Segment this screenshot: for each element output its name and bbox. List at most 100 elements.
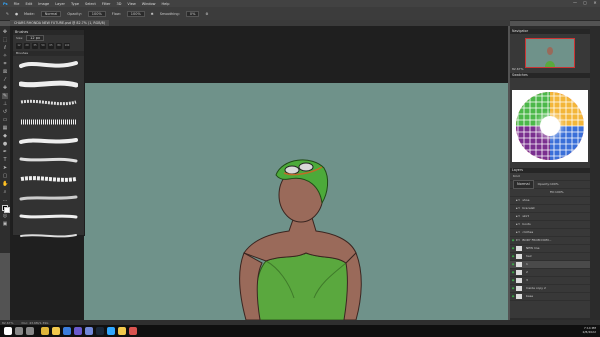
brush-stroke-preview[interactable] — [19, 191, 78, 205]
lasso-tool-icon[interactable]: ℓ — [2, 45, 8, 51]
steam-icon[interactable] — [96, 327, 104, 335]
chrome-icon[interactable] — [41, 327, 49, 335]
navigator-zoom[interactable]: 82.67% — [512, 67, 523, 71]
brush-folder[interactable]: Brushes — [13, 51, 84, 56]
swatches-title[interactable]: Swatches — [510, 73, 590, 78]
artboard[interactable] — [84, 83, 508, 320]
navigator-thumbnail[interactable] — [525, 38, 575, 68]
layer-row[interactable]: ◉ 2 — [510, 269, 590, 277]
mode-select[interactable]: Normal — [40, 10, 62, 17]
eyedropper-tool-icon[interactable]: ⁄ — [2, 77, 8, 83]
brush-tool-icon[interactable]: ✎ — [2, 93, 8, 99]
preset-size[interactable]: 65 — [48, 43, 54, 49]
flow-field[interactable]: 100% — [126, 10, 145, 17]
layer-row[interactable]: ◉ 3 — [510, 277, 590, 285]
brush-stroke-preview[interactable] — [19, 58, 78, 72]
layer-row-folder[interactable]: ▸▭ clothes — [510, 229, 590, 237]
opacity-field[interactable]: 100% — [87, 10, 106, 17]
system-clock[interactable]: 7:14 PM 2/8/2022 — [583, 326, 596, 334]
brush-stroke-preview[interactable] — [19, 210, 78, 224]
quick-select-tool-icon[interactable]: ✧ — [2, 53, 8, 59]
menu-type[interactable]: Type — [68, 2, 82, 6]
more-tools-icon[interactable]: … — [2, 197, 8, 203]
discord-icon[interactable] — [85, 327, 93, 335]
crop-tool-icon[interactable]: ⌗ — [2, 61, 8, 67]
move-tool-icon[interactable]: ✥ — [2, 29, 8, 35]
menu-3d[interactable]: 3D — [114, 2, 125, 6]
brush-stroke-preview[interactable] — [18, 77, 79, 91]
layer-row-folder[interactable]: ▸▭ boots — [510, 221, 590, 229]
dodge-tool-icon[interactable]: ● — [2, 141, 8, 147]
maximize-icon[interactable]: ▢ — [580, 0, 590, 7]
photoshop-icon[interactable] — [107, 327, 115, 335]
opacity-value[interactable]: 100% — [550, 181, 559, 188]
quick-mask-icon[interactable]: ◎ — [2, 213, 8, 219]
preset-size[interactable]: 80 — [56, 43, 62, 49]
media-icon[interactable] — [129, 327, 137, 335]
brush-size-field[interactable]: 12 px — [26, 35, 45, 41]
preset-size[interactable]: 20 — [24, 43, 30, 49]
brush-stroke-preview[interactable] — [19, 96, 78, 110]
preset-size[interactable]: 35 — [32, 43, 38, 49]
layer-row-folder[interactable]: ◉ ▾▭ BODY FROM DOM... — [510, 237, 590, 245]
frame-tool-icon[interactable]: ⊠ — [2, 69, 8, 75]
preset-size[interactable]: 100 — [64, 43, 70, 49]
brush-stroke-preview[interactable] — [19, 134, 78, 148]
layer-row-folder[interactable]: ▸▭ skirt — [510, 213, 590, 221]
blur-tool-icon[interactable]: ◆ — [2, 133, 8, 139]
brush-stroke-preview[interactable] — [19, 115, 78, 129]
gradient-tool-icon[interactable]: ▦ — [2, 125, 8, 131]
kind-filter[interactable]: Kind — [513, 173, 520, 180]
type-tool-icon[interactable]: T — [2, 157, 8, 163]
menu-image[interactable]: Image — [35, 2, 52, 6]
blend-mode-select[interactable]: Normal — [513, 180, 534, 189]
minimize-icon[interactable]: — — [570, 0, 580, 7]
pen-tool-icon[interactable]: ✒ — [2, 149, 8, 155]
navigator-title[interactable]: Navigator — [510, 29, 590, 34]
screen-mode-icon[interactable]: ▣ — [2, 221, 8, 227]
preset-size[interactable]: 50 — [40, 43, 46, 49]
preset-size[interactable]: 12 — [16, 43, 22, 49]
marquee-tool-icon[interactable]: ⬚ — [2, 37, 8, 43]
smoothing-field[interactable]: 0% — [185, 10, 200, 17]
history-brush-icon[interactable]: ↺ — [2, 109, 8, 115]
eraser-tool-icon[interactable]: ▭ — [2, 117, 8, 123]
layer-row-folder[interactable]: ▸▭ bracelet — [510, 205, 590, 213]
menu-select[interactable]: Select — [82, 2, 99, 6]
ps-logo[interactable]: Ps — [0, 2, 11, 6]
fill-value[interactable]: 100% — [555, 189, 564, 196]
color-swatches-icon[interactable] — [2, 205, 10, 213]
windows-icon[interactable] — [4, 327, 12, 335]
store-icon[interactable] — [74, 327, 82, 335]
color-wheel-grid[interactable] — [512, 90, 588, 162]
layer-row[interactable]: ◉ Inside copy 2 — [510, 285, 590, 293]
path-select-tool-icon[interactable]: ➤ — [2, 165, 8, 171]
folder-icon[interactable] — [118, 327, 126, 335]
brush-stroke-preview[interactable] — [19, 229, 78, 243]
zoom-tool-icon[interactable]: ⌕ — [2, 189, 8, 195]
settings-gear-icon[interactable]: ⚙ — [205, 12, 208, 16]
menu-filter[interactable]: Filter — [99, 2, 114, 6]
task-view-icon[interactable] — [26, 327, 34, 335]
layer-row-selected[interactable]: ◉ 1 — [510, 261, 590, 269]
layer-row[interactable]: ◉ hair — [510, 253, 590, 261]
healing-tool-icon[interactable]: ✚ — [2, 85, 8, 91]
stamp-tool-icon[interactable]: ⊥ — [2, 101, 8, 107]
brush-tool-icon[interactable]: ✎ — [6, 12, 9, 16]
shape-tool-icon[interactable]: ▢ — [2, 173, 8, 179]
hand-tool-icon[interactable]: ✋ — [2, 181, 8, 187]
brush-stroke-preview[interactable] — [19, 153, 78, 167]
menu-window[interactable]: Window — [139, 2, 159, 6]
color-swatch-wheel[interactable] — [512, 90, 588, 162]
menu-view[interactable]: View — [124, 2, 138, 6]
close-icon[interactable]: ✕ — [590, 0, 600, 7]
menu-edit[interactable]: Edit — [22, 2, 35, 6]
menu-file[interactable]: File — [11, 2, 23, 6]
menu-layer[interactable]: Layer — [52, 2, 68, 6]
layer-row[interactable]: ◉ NEW line — [510, 245, 590, 253]
layer-row-folder[interactable]: ▸▭ shoe — [510, 197, 590, 205]
mail-icon[interactable] — [63, 327, 71, 335]
layer-row[interactable]: ◉ base — [510, 293, 590, 301]
brush-stroke-preview[interactable] — [19, 172, 78, 186]
menu-help[interactable]: Help — [159, 2, 173, 6]
